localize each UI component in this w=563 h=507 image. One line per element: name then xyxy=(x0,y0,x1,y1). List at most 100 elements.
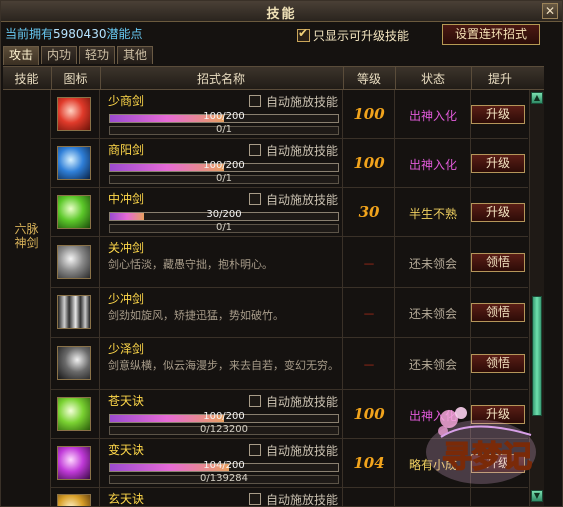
auto-cast-label: 自动施放技能 xyxy=(266,444,339,458)
gray-sword-icon[interactable] xyxy=(57,346,91,380)
auto-cast-checkbox[interactable] xyxy=(249,493,261,505)
group-line-2: 神剑 xyxy=(14,236,39,250)
skill-level: 30 xyxy=(358,203,380,221)
col-status: 状态 xyxy=(420,72,445,86)
skill-row: 关冲剑 剑心恬淡，藏愚守拙，抱朴明心。 － 还未领会 领悟 xyxy=(51,237,528,288)
proficiency-bar: 104/200 xyxy=(109,460,339,472)
skill-row: 少商剑 自动施放技能 100/200 0/1 100 出神入化 升级 xyxy=(51,90,528,139)
upgradable-only-filter[interactable]: 只显示可升级技能 xyxy=(297,26,409,44)
green-strike-icon[interactable] xyxy=(57,397,91,431)
points-prefix: 当前拥有 xyxy=(5,27,54,41)
skill-level: 104 xyxy=(353,454,385,472)
gray-blades-icon[interactable] xyxy=(57,295,91,329)
close-button[interactable]: ✕ xyxy=(542,3,558,19)
skill-description: 剑心恬淡，藏愚守拙，抱朴明心。 xyxy=(108,258,273,271)
points-value: 5980430 xyxy=(53,27,107,41)
col-skill: 技能 xyxy=(14,72,39,86)
skill-name: 少泽剑 xyxy=(108,342,145,356)
exp-value: 0/1 xyxy=(215,173,233,184)
auto-cast-label: 自动施放技能 xyxy=(266,144,339,158)
skill-status: 出神入化 xyxy=(408,158,457,172)
scroll-up-icon[interactable]: ▲ xyxy=(531,92,543,104)
auto-cast-checkbox[interactable] xyxy=(249,395,261,407)
skill-row: 少冲剑 剑劲如旋风，矫捷迅猛，势如破竹。 － 还未领会 领悟 xyxy=(51,288,528,338)
auto-cast-label: 自动施放技能 xyxy=(266,493,339,506)
skill-name: 商阳剑 xyxy=(108,143,145,157)
skill-row: 中冲剑 自动施放技能 30/200 0/1 30 半生不熟 升级 xyxy=(51,188,528,237)
bar-value: 104/200 xyxy=(203,460,245,471)
skill-level: 100 xyxy=(353,105,385,123)
auto-cast-checkbox[interactable] xyxy=(249,444,261,456)
skill-description: 剑劲如旋风，矫捷迅猛，势如破竹。 xyxy=(108,309,284,322)
upgrade-button[interactable]: 升级 xyxy=(471,105,525,124)
skill-group-label: 六脉 神剑 xyxy=(3,222,50,250)
col-icon: 图标 xyxy=(63,72,88,86)
proficiency-bar: 100/200 xyxy=(109,160,339,172)
skill-name: 少冲剑 xyxy=(108,292,145,306)
skill-name: 变天诀 xyxy=(108,443,145,457)
skill-status: 还未领会 xyxy=(408,358,457,372)
window-title: 技能 xyxy=(266,7,297,22)
upgrade-button[interactable]: 升级 xyxy=(471,203,525,222)
auto-cast-toggle[interactable]: 自动施放技能 xyxy=(249,491,338,506)
auto-cast-checkbox[interactable] xyxy=(249,193,261,205)
tab-other[interactable]: 其他 xyxy=(117,46,153,64)
points-suffix: 潜能点 xyxy=(106,27,143,41)
proficiency-bar: 100/200 xyxy=(109,411,339,423)
bar-value: 100/200 xyxy=(203,160,245,171)
exp-value: 0/1 xyxy=(215,124,233,135)
auto-cast-toggle[interactable]: 自动施放技能 xyxy=(249,393,338,410)
bar-value: 100/200 xyxy=(203,111,245,122)
exp-bar: 0/123200 xyxy=(109,424,339,435)
combo-setup-button[interactable]: 设置连环招式 xyxy=(442,24,540,45)
tab-agility[interactable]: 轻功 xyxy=(79,46,115,64)
bar-value: 30/200 xyxy=(206,209,242,220)
skill-level: － xyxy=(362,308,376,323)
comprehend-button[interactable]: 领悟 xyxy=(471,354,525,373)
auto-cast-checkbox[interactable] xyxy=(249,95,261,107)
gold-strike-icon[interactable] xyxy=(57,494,91,506)
comprehend-button[interactable]: 领悟 xyxy=(471,303,525,322)
exp-bar: 0/139284 xyxy=(109,473,339,484)
col-upgrade: 提升 xyxy=(487,72,512,86)
skill-level: － xyxy=(362,258,376,273)
potential-points: 当前拥有5980430潜能点 xyxy=(5,25,142,42)
filter-checkbox[interactable] xyxy=(297,26,310,42)
auto-cast-toggle[interactable]: 自动施放技能 xyxy=(249,191,338,208)
auto-cast-toggle[interactable]: 自动施放技能 xyxy=(249,93,338,110)
logo-text: 寻梦记 xyxy=(442,440,532,475)
green-sword-icon[interactable] xyxy=(57,195,91,229)
skill-level: － xyxy=(362,359,376,374)
upgrade-button[interactable]: 升级 xyxy=(471,154,525,173)
table-header: 技能 图标 招式名称 等级 状态 提升 xyxy=(3,66,544,90)
col-level: 等级 xyxy=(356,72,381,86)
gray-sword-icon[interactable] xyxy=(57,245,91,279)
exp-value: 0/123200 xyxy=(200,424,248,435)
skill-name: 中冲剑 xyxy=(108,192,145,206)
game-logo: 寻梦记 xyxy=(426,407,536,484)
auto-cast-label: 自动施放技能 xyxy=(266,95,339,109)
title-bar[interactable]: 技能 ✕ xyxy=(1,1,562,22)
exp-bar: 0/1 xyxy=(109,222,339,233)
red-sword-icon[interactable] xyxy=(57,97,91,131)
auto-cast-toggle[interactable]: 自动施放技能 xyxy=(249,142,338,159)
col-name: 招式名称 xyxy=(196,72,245,86)
skill-status: 出神入化 xyxy=(408,109,457,123)
skill-status: 还未领会 xyxy=(408,307,457,321)
skill-status: 还未领会 xyxy=(408,257,457,271)
proficiency-bar: 30/200 xyxy=(109,209,339,221)
tab-attack[interactable]: 攻击 xyxy=(3,46,39,65)
blue-sword-icon[interactable] xyxy=(57,146,91,180)
skill-name: 少商剑 xyxy=(108,94,145,108)
exp-bar: 0/1 xyxy=(109,173,339,184)
purple-strike-icon[interactable] xyxy=(57,446,91,480)
auto-cast-checkbox[interactable] xyxy=(249,144,261,156)
skill-name: 苍天诀 xyxy=(108,394,145,408)
tab-inner-power[interactable]: 内功 xyxy=(41,46,77,64)
auto-cast-toggle[interactable]: 自动施放技能 xyxy=(249,442,338,459)
comprehend-button[interactable]: 领悟 xyxy=(471,253,525,272)
skill-description: 剑意纵横，似云海漫步，来去自若，变幻无穷。 xyxy=(108,359,339,372)
auto-cast-label: 自动施放技能 xyxy=(266,193,339,207)
exp-value: 0/139284 xyxy=(200,473,248,484)
skill-name: 玄天诀 xyxy=(108,492,145,506)
